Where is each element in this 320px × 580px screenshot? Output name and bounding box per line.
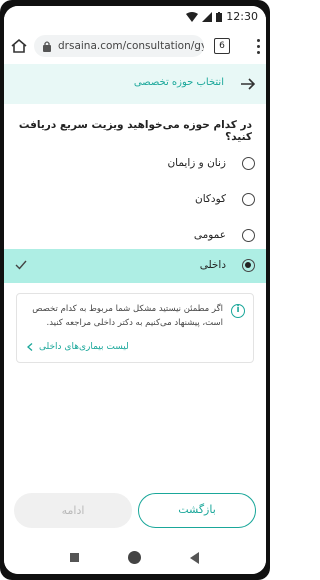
status-bar: 12:30 [4, 6, 266, 28]
option-label: عمومی [193, 229, 226, 241]
home-nav-icon[interactable] [128, 551, 141, 564]
tabs-button[interactable]: 6 [214, 38, 230, 54]
more-menu-icon[interactable] [256, 38, 260, 54]
continue-button[interactable]: ادامه [14, 493, 132, 528]
option-internal[interactable]: داخلی [4, 249, 266, 283]
option-label: کودکان [194, 193, 226, 205]
wifi-icon [186, 11, 199, 22]
browser-toolbar: drsaina.com/consultation/gy 6 [4, 28, 266, 65]
radio-button[interactable] [242, 157, 255, 170]
arrow-right-icon[interactable] [240, 77, 256, 91]
radio-button[interactable] [242, 229, 255, 242]
radio-button-selected[interactable] [242, 259, 255, 272]
url-text: drsaina.com/consultation/gy [58, 40, 204, 52]
option-pediatrics[interactable]: کودکان [4, 183, 266, 217]
recents-icon[interactable] [70, 553, 79, 562]
android-nav-bar [4, 542, 266, 574]
internal-diseases-link[interactable]: لیست بیماری‌های داخلی [27, 342, 129, 352]
info-icon: i [231, 304, 245, 318]
screen: 12:30 drsaina.com/consultation/gy 6 انتخ… [4, 6, 266, 574]
option-general[interactable]: عمومی [4, 219, 266, 253]
back-nav-icon[interactable] [190, 552, 199, 564]
signal-icon [202, 11, 213, 22]
back-button[interactable]: بازگشت [138, 493, 256, 528]
check-icon [15, 260, 27, 270]
status-time: 12:30 [226, 10, 258, 23]
lock-icon [43, 41, 51, 52]
option-label: زنان و زایمان [167, 157, 226, 169]
option-gynecology[interactable]: زنان و زایمان [4, 147, 266, 181]
chevron-left-icon [27, 343, 33, 351]
page-title: انتخاب حوزه تخصصی [133, 77, 224, 88]
status-icons: 12:30 [186, 10, 258, 23]
link-label: لیست بیماری‌های داخلی [39, 342, 129, 352]
info-box: i اگر مطمئن نیستید مشکل شما مربوط به کدا… [16, 293, 254, 363]
question-text: در کدام حوزه می‌خواهید ویزیت سریع دریافت… [18, 119, 252, 143]
option-label: داخلی [199, 259, 226, 271]
page-header: انتخاب حوزه تخصصی [4, 64, 266, 104]
address-bar[interactable]: drsaina.com/consultation/gy [34, 35, 204, 57]
home-icon[interactable] [10, 37, 28, 55]
battery-icon [216, 11, 223, 22]
info-text: اگر مطمئن نیستید مشکل شما مربوط به کدام … [32, 304, 223, 328]
radio-button[interactable] [242, 193, 255, 206]
device-frame: 12:30 drsaina.com/consultation/gy 6 انتخ… [0, 0, 270, 580]
